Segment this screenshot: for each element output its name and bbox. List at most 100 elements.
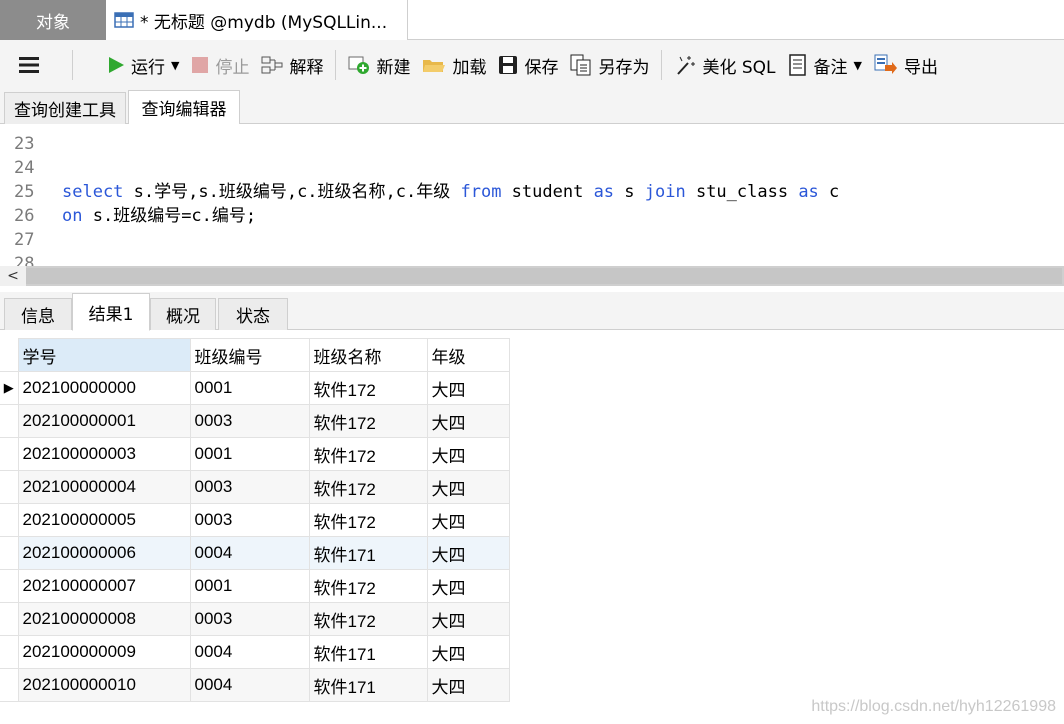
column-header-grade[interactable]: 年级 [426,338,510,372]
cell-class-code[interactable]: 0004 [189,668,310,702]
tab-info[interactable]: 信息 [4,298,72,330]
tab-untitled-query[interactable]: * 无标题 @mydb (MySQLLin... [106,0,408,40]
cell-class-name[interactable]: 软件171 [308,635,428,669]
table-row[interactable]: 202100000007 0001 软件172 大四 [0,569,510,603]
cell-class-code[interactable]: 0001 [189,569,310,603]
sql-text: s [614,182,645,202]
cell-student-id[interactable]: 202100000010 [17,668,191,702]
comment-button[interactable]: 备注 ▼ [782,48,868,82]
cell-grade[interactable]: 大四 [426,371,510,405]
comment-dropdown-caret-icon[interactable]: ▼ [854,59,862,72]
cell-class-code[interactable]: 0001 [189,437,310,471]
cell-class-code[interactable]: 0003 [189,602,310,636]
table-row[interactable]: 202100000006 0004 软件171 大四 [0,536,510,570]
cell-class-code[interactable]: 0004 [189,635,310,669]
save-as-button[interactable]: 另存为 [564,48,655,82]
cell-class-name[interactable]: 软件172 [308,404,428,438]
cell-grade[interactable]: 大四 [426,602,510,636]
editor-horizontal-scrollbar[interactable]: < [0,266,1064,286]
row-indicator [0,602,19,636]
cell-student-id[interactable]: 202100000000 [17,371,191,405]
tab-objects[interactable]: 对象 [0,0,106,40]
sql-keyword: as [593,182,615,202]
tab-query-builder-label: 查询创建工具 [14,101,116,121]
cell-student-id[interactable]: 202100000007 [17,569,191,603]
sql-editor[interactable]: 23 24 25 select s.学号,s.班级编号,c.班级名称,c.年级 fro… [0,124,1064,266]
tab-untitled-query-label: * 无标题 @mydb (MySQLLin... [140,12,388,33]
editor-line[interactable]: 28 [0,252,1064,266]
table-row[interactable]: 202100000003 0001 软件172 大四 [0,437,510,471]
editor-line[interactable]: 23 [0,132,1064,156]
tab-status[interactable]: 状态 [218,298,288,330]
scroll-left-arrow-icon[interactable]: < [0,266,26,286]
cell-class-name[interactable]: 软件172 [308,371,428,405]
cell-grade[interactable]: 大四 [426,569,510,603]
cell-grade[interactable]: 大四 [426,404,510,438]
table-row[interactable]: 202100000004 0003 软件172 大四 [0,470,510,504]
explain-button[interactable]: 解释 [255,48,329,82]
result-grid[interactable]: 学号 班级编号 班级名称 年级 ▶ 202100000000 0001 软件172 大四… [0,338,510,702]
column-header-student-id[interactable]: 学号 [17,338,191,372]
save-button[interactable]: 保存 [492,48,564,82]
beautify-sql-button[interactable]: 美化 SQL [668,48,781,82]
cell-grade[interactable]: 大四 [426,668,510,702]
line-number: 28 [14,254,35,266]
cell-student-id[interactable]: 202100000009 [17,635,191,669]
tab-result1[interactable]: 结果1 [72,293,150,331]
cell-class-name[interactable]: 软件172 [308,437,428,471]
table-row[interactable]: ▶ 202100000000 0001 软件172 大四 [0,371,510,405]
editor-line[interactable]: 26 on s.班级编号=c.编号; [0,204,1064,228]
cell-class-name[interactable]: 软件172 [308,470,428,504]
tab-query-builder[interactable]: 查询创建工具 [4,92,126,124]
sql-text: s.班级编号=c.编号; [82,206,257,226]
menu-button[interactable] [12,48,52,82]
cell-student-id[interactable]: 202100000003 [17,437,191,471]
cell-class-name[interactable]: 软件172 [308,503,428,537]
table-row[interactable]: 202100000009 0004 软件171 大四 [0,635,510,669]
cell-class-code[interactable]: 0004 [189,536,310,570]
cell-class-code[interactable]: 0003 [189,470,310,504]
cell-grade[interactable]: 大四 [426,536,510,570]
cell-grade[interactable]: 大四 [426,437,510,471]
run-button[interactable]: 运行 ▼ [101,48,185,82]
export-button[interactable]: 导出 [868,48,944,82]
table-row[interactable]: 202100000001 0003 软件172 大四 [0,404,510,438]
cell-student-id[interactable]: 202100000004 [17,470,191,504]
cell-class-name[interactable]: 软件171 [308,668,428,702]
column-header-class-code[interactable]: 班级编号 [189,338,310,372]
editor-line[interactable]: 27 [0,228,1064,252]
cell-class-code[interactable]: 0003 [189,503,310,537]
cell-student-id[interactable]: 202100000006 [17,536,191,570]
scrollbar-thumb[interactable] [26,268,1062,284]
cell-grade[interactable]: 大四 [426,503,510,537]
editor-line[interactable]: 24 [0,156,1064,180]
new-button[interactable]: 新建 [342,48,416,82]
table-row[interactable]: 202100000010 0004 软件171 大四 [0,668,510,702]
load-button[interactable]: 加载 [416,48,492,82]
cell-student-id[interactable]: 202100000008 [17,602,191,636]
run-label: 运行 [131,57,165,78]
cell-student-id[interactable]: 202100000001 [17,404,191,438]
cell-class-code[interactable]: 0003 [189,404,310,438]
tab-profile[interactable]: 概况 [150,298,216,330]
cell-student-id[interactable]: 202100000005 [17,503,191,537]
cell-class-name[interactable]: 软件172 [308,602,428,636]
editor-line[interactable]: 25 select s.学号,s.班级编号,c.班级名称,c.年级 from st… [0,180,1064,204]
save-label: 保存 [524,57,559,78]
cell-grade[interactable]: 大四 [426,470,510,504]
column-header-class-name[interactable]: 班级名称 [308,338,428,372]
stop-button[interactable]: 停止 [185,48,255,82]
cell-class-name[interactable]: 软件172 [308,569,428,603]
row-indicator [0,569,19,603]
row-indicator [0,668,19,702]
current-row-indicator-icon: ▶ [0,371,19,405]
table-row[interactable]: 202100000008 0003 软件172 大四 [0,602,510,636]
row-indicator [0,470,19,504]
watermark: https://blog.csdn.net/hyh12261998 [811,698,1056,715]
run-dropdown-caret-icon[interactable]: ▼ [171,59,179,72]
cell-class-code[interactable]: 0001 [189,371,310,405]
cell-grade[interactable]: 大四 [426,635,510,669]
cell-class-name[interactable]: 软件171 [308,536,428,570]
tab-query-editor[interactable]: 查询编辑器 [128,90,240,125]
table-row[interactable]: 202100000005 0003 软件172 大四 [0,503,510,537]
